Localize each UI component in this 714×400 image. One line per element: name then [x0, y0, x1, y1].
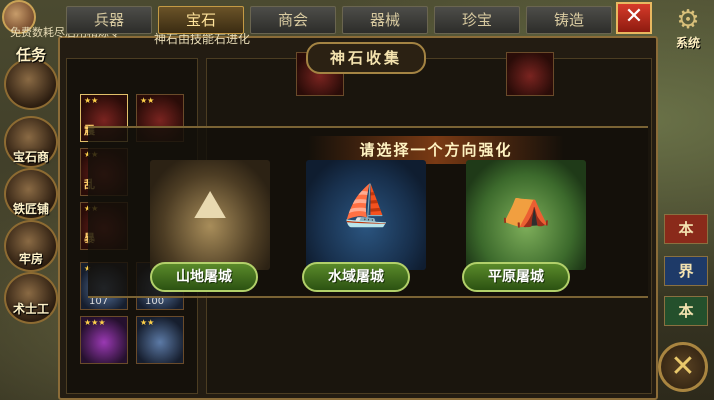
- plain-camp-icon: ⛺: [501, 183, 551, 229]
- close-main-button[interactable]: ✕: [658, 342, 708, 392]
- sidebar-item-label: 宝石商: [12, 150, 49, 164]
- gem-slot[interactable]: ★★: [136, 316, 184, 364]
- option-plain-button[interactable]: 平原屠城: [462, 262, 570, 292]
- option-water-button[interactable]: 水域屠城: [302, 262, 410, 292]
- mountain-icon: ⛰: [193, 182, 227, 228]
- tab-bar: 兵器 宝石 商会 器械 珍宝 铸造: [66, 6, 612, 34]
- right-tag[interactable]: 本: [664, 214, 708, 244]
- tab-weapons[interactable]: 兵器: [66, 6, 152, 34]
- tab-gems[interactable]: 宝石: [158, 6, 244, 34]
- tab-guild[interactable]: 商会: [250, 6, 336, 34]
- left-sidebar: 任务 宝石商 铁匠铺 牢房 术士工: [0, 0, 62, 400]
- settings-label: 系统: [675, 36, 700, 50]
- close-icon[interactable]: ✕: [616, 2, 652, 34]
- sidebar-item-label: 牢房: [18, 252, 43, 266]
- tab-machinery[interactable]: 器械: [342, 6, 428, 34]
- option-plain-card[interactable]: ⛺: [466, 160, 586, 270]
- right-tag[interactable]: 本: [664, 296, 708, 326]
- gem-slot[interactable]: ★★★: [80, 316, 128, 364]
- sidebar-task-button[interactable]: [4, 58, 58, 110]
- option-water-card[interactable]: ⛵: [306, 160, 426, 270]
- sidebar-item-label: 术士工: [12, 302, 49, 316]
- sidebar-item-label: 铁匠铺: [12, 202, 49, 216]
- tab-treasure[interactable]: 珍宝: [434, 6, 520, 34]
- collect-gem-slot[interactable]: [506, 52, 554, 96]
- sidebar-task-label: 任务: [15, 46, 46, 64]
- ship-icon: ⛵: [341, 183, 391, 229]
- gear-icon: ⚙: [676, 5, 700, 35]
- right-tag[interactable]: 界: [664, 256, 708, 286]
- settings-button[interactable]: ⚙ 系统: [668, 6, 708, 50]
- option-mountain-button[interactable]: 山地屠城: [150, 262, 258, 292]
- tab-forge[interactable]: 铸造: [526, 6, 612, 34]
- option-mountain-card[interactable]: ⛰: [150, 160, 270, 270]
- collect-title: 神石收集: [306, 42, 426, 74]
